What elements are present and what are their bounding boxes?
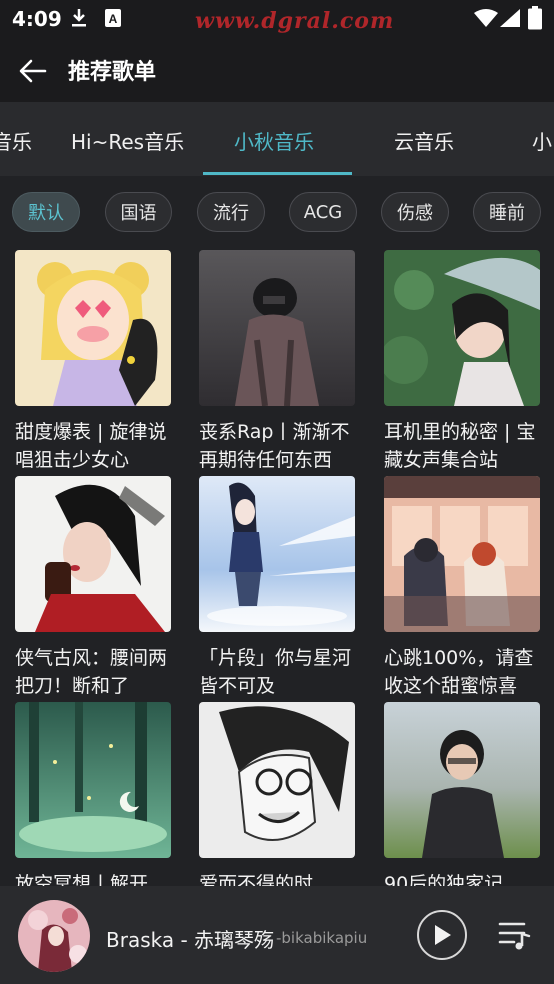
playlist-card[interactable]: 放空冥想丨解开	[15, 702, 171, 886]
playlist-card[interactable]: 心跳100%，请查收这个甜蜜惊喜	[384, 476, 540, 700]
tab-hires-music[interactable]: Hi~Res音乐	[71, 126, 184, 155]
tab-partial[interactable]: 小	[532, 126, 552, 155]
playlist-grid: 甜度爆表 | 旋律说唱狙击少女心 丧系Rap丨渐渐不再期待任何东西 耳机里的秘密…	[0, 248, 554, 886]
playlist-title: 放空冥想丨解开	[15, 873, 149, 886]
status-bar: 4:09 A www.dgral.com	[0, 0, 554, 38]
page-title: 推荐歌单	[68, 60, 157, 85]
category-tab-bar: 音乐 Hi~Res音乐 小秋音乐 云音乐 小	[0, 102, 554, 176]
playlist-queue-icon[interactable]	[498, 920, 532, 950]
app-header: 推荐歌单	[0, 38, 554, 102]
playlist-title: 90后的独家记	[384, 873, 504, 886]
playlist-cover	[15, 250, 171, 406]
playlist-card[interactable]: 爱而不得的时	[199, 702, 355, 886]
playlist-cover	[384, 476, 540, 632]
download-icon	[72, 9, 86, 27]
now-playing-cover[interactable]	[18, 900, 90, 972]
playlist-title: 侠气古风：腰间两把刀！断和了	[15, 647, 168, 697]
font-app-icon: A	[105, 9, 121, 27]
back-arrow-icon[interactable]	[18, 56, 48, 86]
playlist-card[interactable]: 「片段」你与星河皆不可及	[199, 476, 355, 700]
playlist-card[interactable]: 丧系Rap丨渐渐不再期待任何东西	[199, 250, 355, 474]
watermark: www.dgral.com	[195, 8, 395, 34]
playlist-title: 丧系Rap丨渐渐不再期待任何东西	[199, 421, 350, 471]
wifi-icon	[474, 9, 498, 27]
chip-sad[interactable]: 伤感	[381, 192, 449, 232]
filter-chip-row: 默认 国语 流行 ACG 伤感 睡前	[0, 192, 554, 234]
playlist-cover	[199, 476, 355, 632]
playlist-cover	[199, 702, 355, 858]
playlist-cover	[384, 702, 540, 858]
tab-indicator	[203, 172, 352, 175]
playlist-title: 耳机里的秘密 | 宝藏女声集合站	[384, 421, 536, 471]
chip-acg[interactable]: ACG	[289, 192, 357, 232]
playlist-cover	[15, 702, 171, 858]
status-time: 4:09	[12, 7, 62, 31]
battery-icon	[528, 6, 542, 30]
chip-mandarin[interactable]: 国语	[105, 192, 172, 232]
chip-bedtime[interactable]: 睡前	[473, 192, 541, 232]
chip-default[interactable]: 默认	[12, 192, 80, 232]
tab-cloud-music[interactable]: 云音乐	[394, 126, 454, 155]
svg-text:A: A	[109, 12, 118, 26]
playlist-cover	[199, 250, 355, 406]
playlist-cover	[384, 250, 540, 406]
playlist-cover	[15, 476, 171, 632]
chip-pop[interactable]: 流行	[197, 192, 265, 232]
playlist-card[interactable]: 90后的独家记	[384, 702, 540, 886]
play-icon	[435, 925, 451, 945]
now-playing-title: Braska - 赤璃琴殇	[106, 928, 275, 952]
now-playing-artist: -bikabikapiu	[276, 929, 368, 947]
playlist-card[interactable]: 耳机里的秘密 | 宝藏女声集合站	[384, 250, 540, 474]
playlist-card[interactable]: 甜度爆表 | 旋律说唱狙击少女心	[15, 250, 171, 474]
playlist-title: 爱而不得的时	[199, 873, 314, 886]
playlist-title: 「片段」你与星河皆不可及	[199, 647, 352, 697]
tab-xiaoqiu-music[interactable]: 小秋音乐	[234, 126, 314, 155]
signal-icon	[500, 9, 520, 27]
tab-music[interactable]: 音乐	[0, 126, 32, 155]
playlist-card[interactable]: 侠气古风：腰间两把刀！断和了	[15, 476, 171, 700]
mini-player[interactable]: Braska - 赤璃琴殇 -bikabikapiu	[0, 886, 554, 984]
playlist-title: 甜度爆表 | 旋律说唱狙击少女心	[15, 421, 167, 471]
play-button[interactable]	[417, 910, 467, 960]
playlist-title: 心跳100%，请查收这个甜蜜惊喜	[384, 647, 534, 697]
